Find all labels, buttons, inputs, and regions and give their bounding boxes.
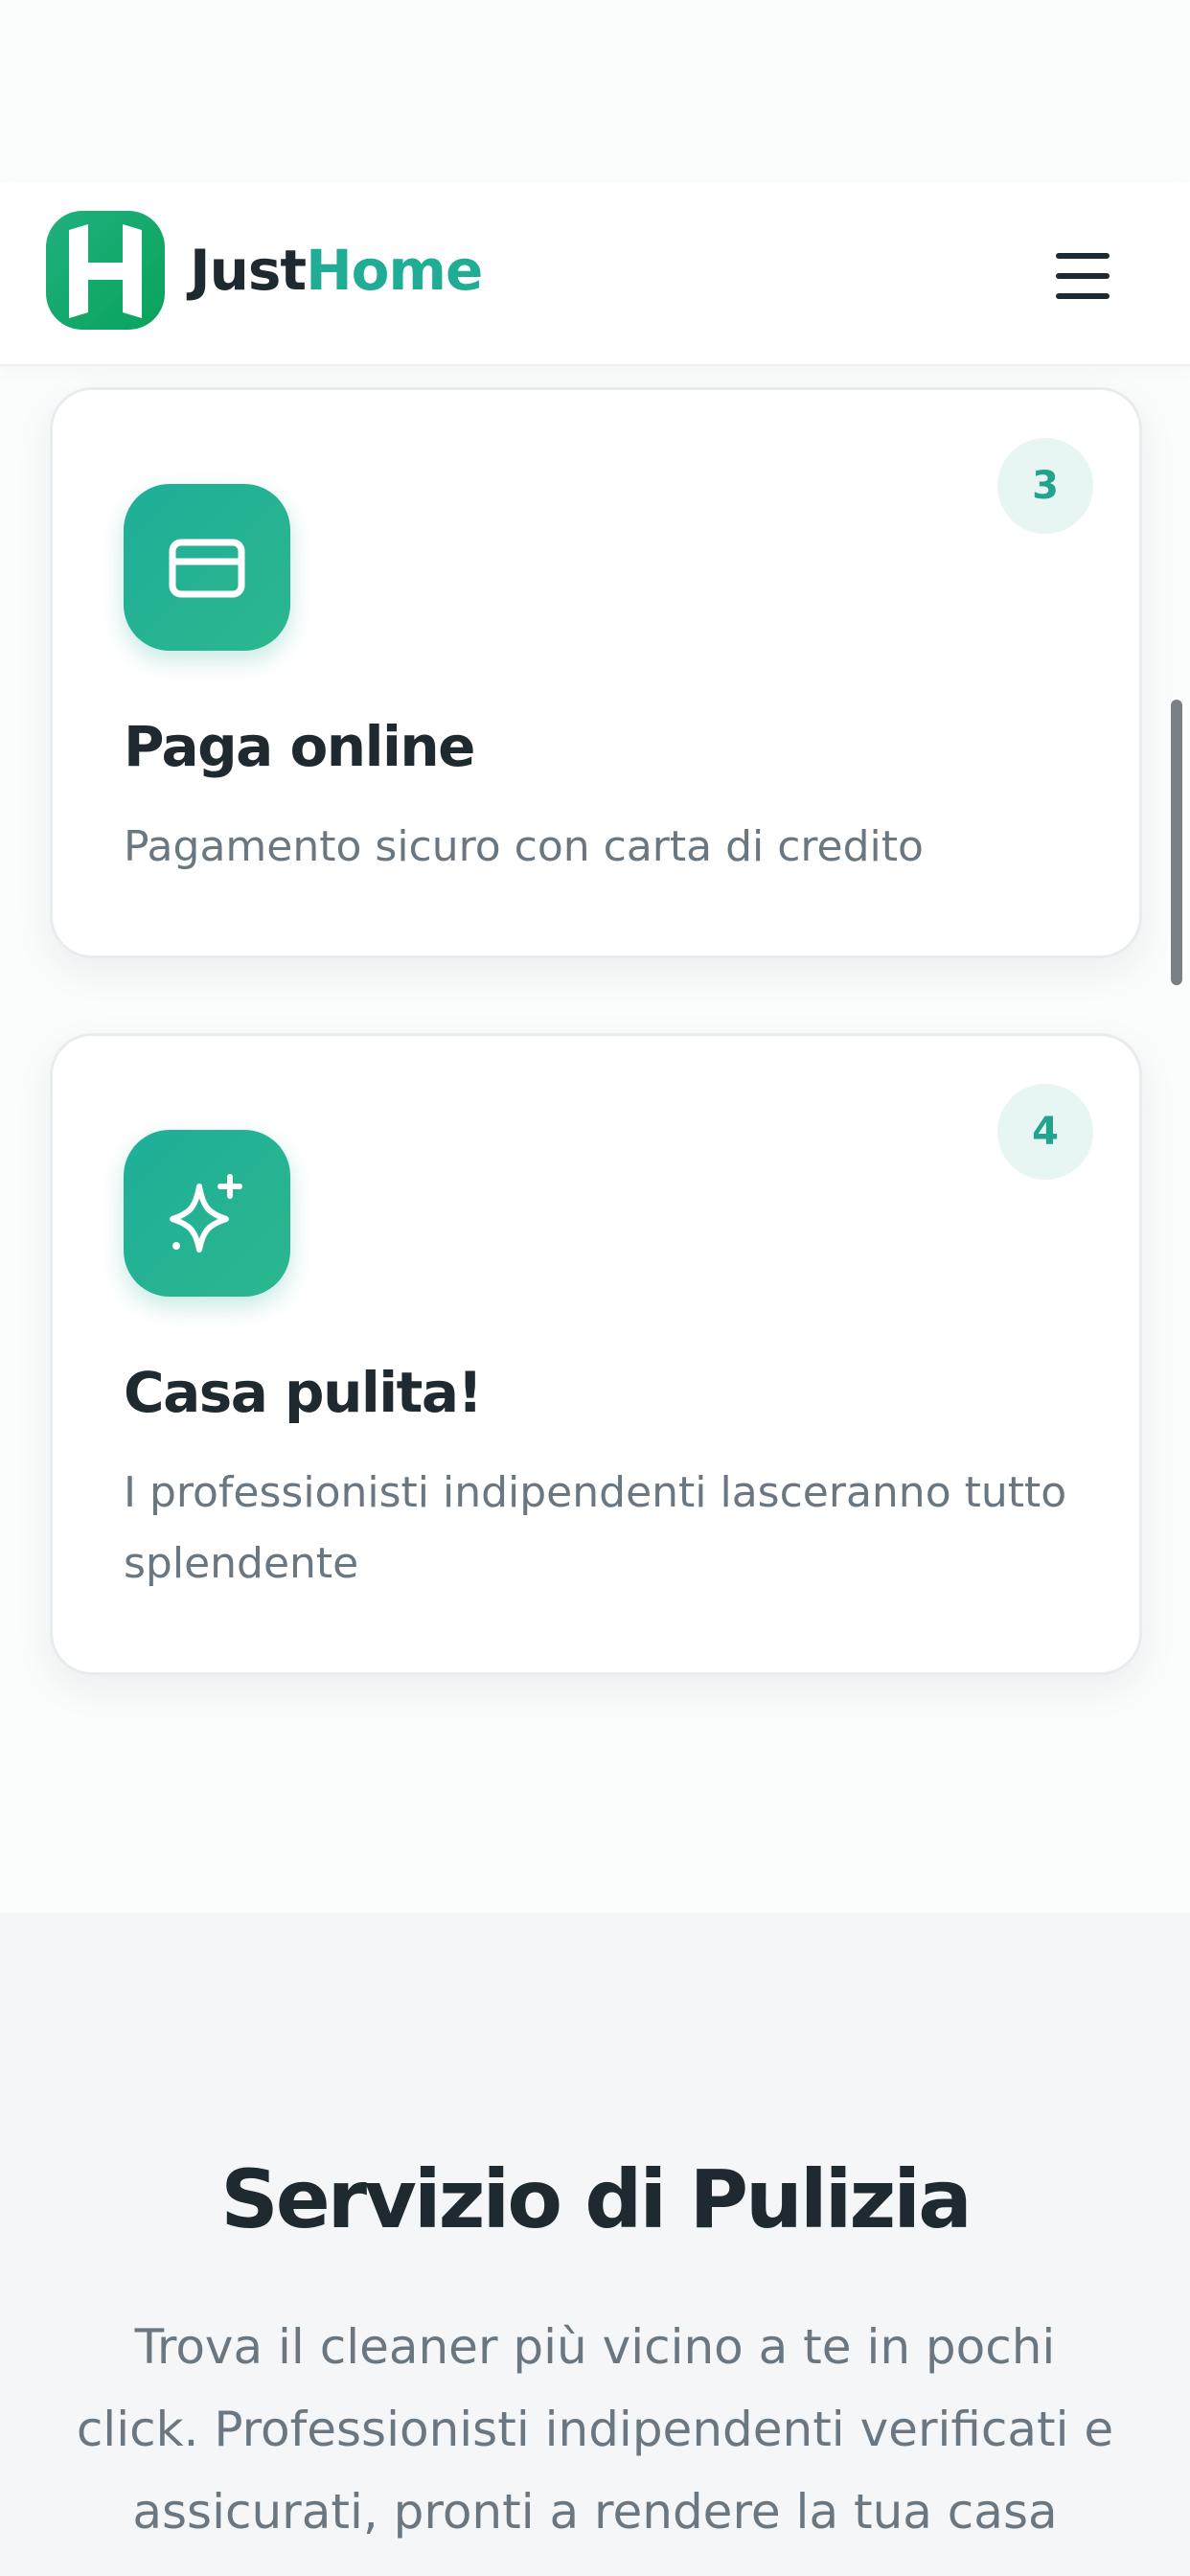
step-card-clean-home: 4 Casa pulita! I professionisti indipend…	[50, 1033, 1142, 1675]
hamburger-menu-icon[interactable]	[1046, 240, 1119, 312]
section-title: Servizio di Pulizia	[220, 2152, 973, 2246]
step-card-pay-online: 3 Paga online Pagamento sicuro con carta…	[50, 387, 1142, 958]
section-description: Trova il cleaner più vicino a te in poch…	[76, 2319, 1114, 2540]
sparkles-icon	[124, 1130, 290, 1297]
step-title: Paga online	[124, 714, 475, 779]
credit-card-icon	[124, 484, 290, 651]
site-header: JustHome	[0, 182, 1190, 366]
step-description: I professionisti indipendenti lasceranno…	[124, 1468, 1067, 1588]
step-number-badge: 4	[997, 1084, 1093, 1180]
step-description: Pagamento sicuro con carta di credito	[124, 822, 924, 871]
step-number-badge: 3	[997, 438, 1093, 534]
page: JustHome 3 Paga online Pagamento sicuro …	[0, 0, 1190, 2576]
brand-name[interactable]: JustHome	[190, 232, 483, 309]
brand-name-just: Just	[190, 238, 307, 303]
cleaning-service-section: Servizio di Pulizia Trova il cleaner più…	[0, 1913, 1190, 2576]
justhome-logo-icon[interactable]	[46, 211, 165, 330]
brand-name-home: Home	[306, 238, 483, 303]
step-title: Casa pulita!	[124, 1360, 483, 1425]
page-scrollbar[interactable]	[1171, 700, 1182, 985]
